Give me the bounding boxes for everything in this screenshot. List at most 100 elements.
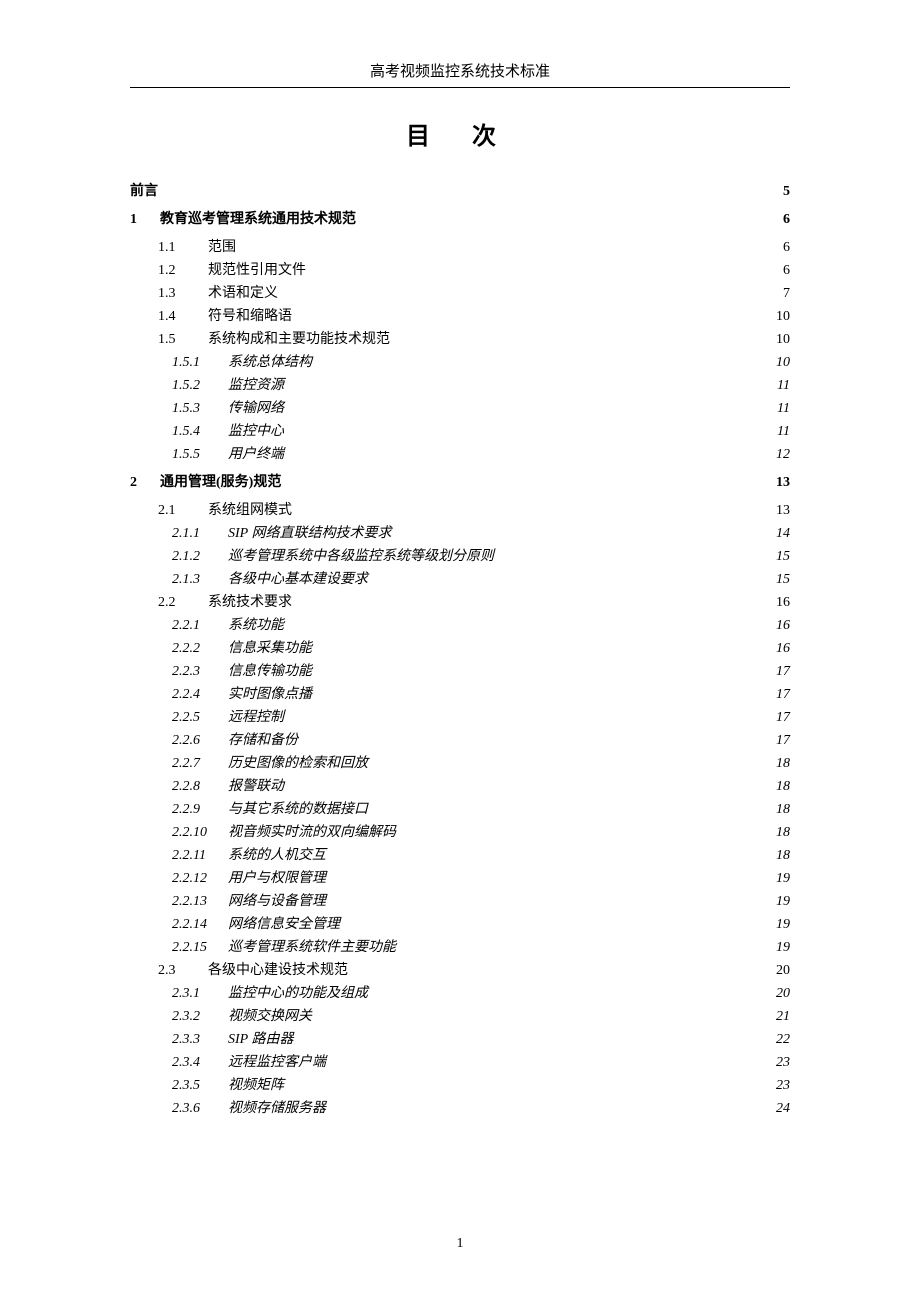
toc-entry-number: 2.2.1 bbox=[172, 619, 228, 633]
toc-entry-page: 18 bbox=[770, 849, 790, 863]
toc-entry-number: 2.3.3 bbox=[172, 1033, 228, 1047]
toc-entry-number: 1.4 bbox=[158, 310, 208, 324]
toc-entry[interactable]: 2.3各级中心建设技术规范20 bbox=[130, 964, 790, 978]
table-of-contents: 前言5 1教育巡考管理系统通用技术规范6 1.1范围6 1.2规范性引用文件6 1.3术… bbox=[130, 185, 790, 1116]
toc-entry-number: 2.3.6 bbox=[172, 1102, 228, 1116]
toc-entry-number: 1.2 bbox=[158, 264, 208, 278]
toc-entry-label: 范围 bbox=[208, 241, 236, 255]
toc-entry-page: 19 bbox=[770, 895, 790, 909]
toc-entry[interactable]: 1.5.2监控资源11 bbox=[130, 379, 790, 393]
toc-entry-number: 2.2.3 bbox=[172, 665, 228, 679]
toc-entry[interactable]: 2.2.5远程控制17 bbox=[130, 711, 790, 725]
toc-entry[interactable]: 1.1范围6 bbox=[130, 241, 790, 255]
toc-entry[interactable]: 2.3.1监控中心的功能及组成20 bbox=[130, 987, 790, 1001]
toc-entry-label: 视频存储服务器 bbox=[228, 1102, 326, 1116]
toc-entry-label: 网络信息安全管理 bbox=[228, 918, 340, 932]
toc-entry-number: 1 bbox=[130, 213, 160, 227]
toc-entry[interactable]: 2通用管理(服务)规范 13 bbox=[130, 476, 790, 490]
document-page: 高考视频监控系统技术标准 目 次 前言51教育巡考管理系统通用技术规范61.1范… bbox=[0, 0, 920, 1302]
toc-entry[interactable]: 2.2.8报警联动18 bbox=[130, 780, 790, 794]
toc-entry-label: 通用管理(服务)规范 bbox=[160, 476, 281, 490]
toc-entry[interactable]: 1.2规范性引用文件6 bbox=[130, 264, 790, 278]
toc-entry[interactable]: 2.3.3SIP 路由器22 bbox=[130, 1033, 790, 1047]
toc-entry[interactable]: 1.4符号和缩略语 10 bbox=[130, 310, 790, 324]
toc-entry-number: 2.1.1 bbox=[172, 527, 228, 541]
toc-entry-label: 前言 bbox=[130, 185, 158, 199]
toc-entry[interactable]: 2.3.2视频交换网关21 bbox=[130, 1010, 790, 1024]
toc-entry[interactable]: 2.2.10视音频实时流的双向编解码18 bbox=[130, 826, 790, 840]
toc-entry[interactable]: 1.5.1系统总体结构10 bbox=[130, 356, 790, 370]
toc-entry[interactable]: 2.3.6视频存储服务器24 bbox=[130, 1102, 790, 1116]
toc-entry[interactable]: 2.3.4远程监控客户端23 bbox=[130, 1056, 790, 1070]
toc-entry-page: 18 bbox=[770, 757, 790, 771]
toc-entry-label: 远程控制 bbox=[228, 711, 284, 725]
toc-entry-page: 13 bbox=[770, 504, 790, 518]
toc-entry-label: 实时图像点播 bbox=[228, 688, 312, 702]
toc-entry[interactable]: 1.5系统构成和主要功能技术规范10 bbox=[130, 333, 790, 347]
toc-entry-label: 信息采集功能 bbox=[228, 642, 312, 656]
toc-entry-label: 各级中心基本建设要求 bbox=[228, 573, 368, 587]
toc-entry[interactable]: 2.2.7历史图像的检索和回放 18 bbox=[130, 757, 790, 771]
toc-entry-label: 视音频实时流的双向编解码 bbox=[228, 826, 396, 840]
toc-entry[interactable]: 2.2.15巡考管理系统软件主要功能19 bbox=[130, 941, 790, 955]
toc-entry[interactable]: 2.2.2信息采集功能16 bbox=[130, 642, 790, 656]
toc-entry-page: 14 bbox=[770, 527, 790, 541]
toc-entry-page: 18 bbox=[770, 826, 790, 840]
toc-entry-number: 2.2.11 bbox=[172, 849, 228, 863]
toc-entry[interactable]: 2.2.6存储和备份17 bbox=[130, 734, 790, 748]
toc-entry[interactable]: 1.5.3传输网络11 bbox=[130, 402, 790, 416]
toc-entry-number: 1.5.3 bbox=[172, 402, 228, 416]
toc-entry-label: 符号和缩略语 bbox=[208, 310, 292, 324]
toc-entry-label: 传输网络 bbox=[228, 402, 284, 416]
toc-entry-label: 系统功能 bbox=[228, 619, 284, 633]
toc-entry[interactable]: 2.3.5视频矩阵23 bbox=[130, 1079, 790, 1093]
toc-entry-page: 16 bbox=[770, 596, 790, 610]
toc-entry-page: 11 bbox=[770, 379, 790, 393]
toc-entry-label: 各级中心建设技术规范 bbox=[208, 964, 348, 978]
toc-entry-number: 2 bbox=[130, 476, 160, 490]
toc-entry-number: 1.5.4 bbox=[172, 425, 228, 439]
toc-entry[interactable]: 前言5 bbox=[130, 185, 790, 199]
toc-entry-number: 1.3 bbox=[158, 287, 208, 301]
toc-entry[interactable]: 2.2.11系统的人机交互18 bbox=[130, 849, 790, 863]
toc-entry[interactable]: 2.2.14网络信息安全管理19 bbox=[130, 918, 790, 932]
toc-entry-label: 巡考管理系统中各级监控系统等级划分原则 bbox=[228, 550, 494, 564]
toc-entry-number: 2.1.3 bbox=[172, 573, 228, 587]
toc-entry-label: 历史图像的检索和回放 bbox=[228, 757, 368, 771]
toc-entry-number: 2.2.4 bbox=[172, 688, 228, 702]
toc-entry[interactable]: 2.2系统技术要求16 bbox=[130, 596, 790, 610]
toc-entry-page: 10 bbox=[770, 310, 790, 324]
toc-entry[interactable]: 1教育巡考管理系统通用技术规范6 bbox=[130, 213, 790, 227]
toc-entry[interactable]: 2.2.13网络与设备管理19 bbox=[130, 895, 790, 909]
toc-entry[interactable]: 1.5.5用户终端12 bbox=[130, 448, 790, 462]
toc-entry-page: 10 bbox=[770, 356, 790, 370]
toc-entry-label: 存储和备份 bbox=[228, 734, 298, 748]
toc-entry-label: 监控中心 bbox=[228, 425, 284, 439]
toc-entry-number: 2.2.12 bbox=[172, 872, 228, 886]
toc-entry[interactable]: 2.1.2巡考管理系统中各级监控系统等级划分原则15 bbox=[130, 550, 790, 564]
toc-entry-page: 17 bbox=[770, 688, 790, 702]
toc-entry-page: 15 bbox=[770, 550, 790, 564]
toc-entry[interactable]: 2.1系统组网模式13 bbox=[130, 504, 790, 518]
toc-entry-page: 10 bbox=[770, 333, 790, 347]
toc-entry[interactable]: 2.2.4实时图像点播 17 bbox=[130, 688, 790, 702]
toc-entry[interactable]: 2.2.3信息传输功能17 bbox=[130, 665, 790, 679]
toc-entry-label: 与其它系统的数据接口 bbox=[228, 803, 368, 817]
toc-entry[interactable]: 2.2.12用户与权限管理19 bbox=[130, 872, 790, 886]
toc-entry-label: SIP 路由器 bbox=[228, 1033, 293, 1047]
toc-entry-page: 17 bbox=[770, 734, 790, 748]
toc-entry[interactable]: 2.2.9与其它系统的数据接口18 bbox=[130, 803, 790, 817]
toc-entry-label: 系统组网模式 bbox=[208, 504, 292, 518]
toc-entry-number: 2.2.15 bbox=[172, 941, 228, 955]
toc-entry-page: 13 bbox=[770, 476, 790, 490]
toc-entry-number: 2.2.14 bbox=[172, 918, 228, 932]
toc-entry[interactable]: 1.5.4监控中心11 bbox=[130, 425, 790, 439]
toc-entry[interactable]: 2.2.1系统功能16 bbox=[130, 619, 790, 633]
toc-entry-page: 23 bbox=[770, 1079, 790, 1093]
toc-entry-number: 2.2.7 bbox=[172, 757, 228, 771]
toc-entry[interactable]: 1.3术语和定义7 bbox=[130, 287, 790, 301]
toc-entry[interactable]: 2.1.1SIP 网络直联结构技术要求14 bbox=[130, 527, 790, 541]
toc-entry[interactable]: 2.1.3各级中心基本建设要求15 bbox=[130, 573, 790, 587]
toc-entry-number: 2.2.8 bbox=[172, 780, 228, 794]
toc-entry-page: 19 bbox=[770, 872, 790, 886]
